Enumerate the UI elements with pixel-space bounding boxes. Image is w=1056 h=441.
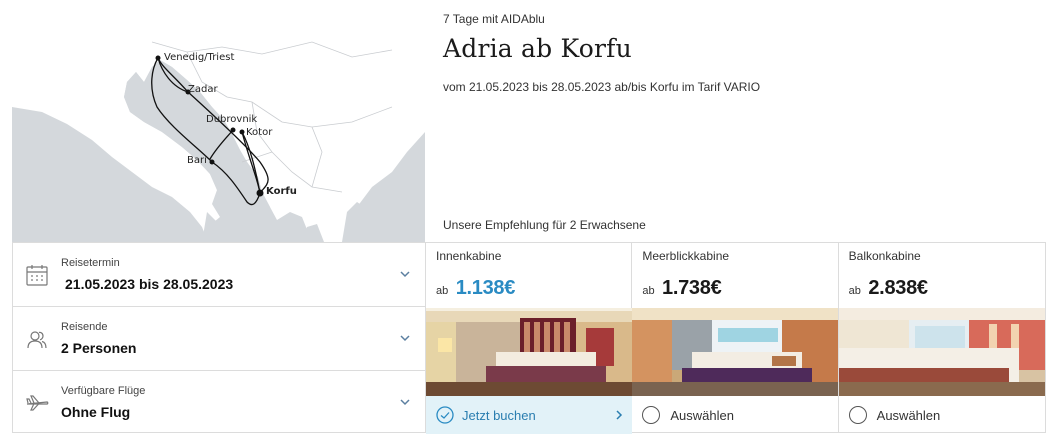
cabin-options: Innenkabine ab 1.138€ Jetzt buchen Meerb… <box>425 242 1046 434</box>
cabin-photo <box>838 308 1045 396</box>
calendar-icon <box>25 263 49 287</box>
price-value: 2.838€ <box>868 277 928 299</box>
chevron-right-icon <box>614 409 624 421</box>
flights-value: Ohne Flug <box>61 404 131 420</box>
recommendation-text: Unsere Empfehlung für 2 Erwachsene <box>443 218 646 232</box>
trip-info: 7 Tage mit AIDAblu Adria ab Korfu vom 21… <box>443 12 1043 94</box>
flights-select[interactable]: Verfügbare Flüge Ohne Flug <box>13 371 425 432</box>
trip-duration-ship: 7 Tage mit AIDAblu <box>443 12 545 26</box>
travel-date-value: 21.05.2023 bis 28.05.2023 <box>65 276 234 292</box>
cabin-inside[interactable]: Innenkabine ab 1.138€ Jetzt buchen <box>426 243 633 434</box>
radio-unchecked-icon <box>642 406 661 424</box>
travel-date-select[interactable]: Reisetermin 21.05.2023 bis 28.05.2023 <box>13 243 425 307</box>
port-label-venice: Venedig/Triest <box>164 52 235 63</box>
travel-date-label: Reisetermin <box>61 257 120 269</box>
cabin-balcony[interactable]: Balkonkabine ab 2.838€ Auswählen <box>838 243 1045 434</box>
booking-options-panel: Reisetermin 21.05.2023 bis 28.05.2023 Re… <box>12 242 425 433</box>
flights-label: Verfügbare Flüge <box>61 385 146 397</box>
cabin-price: ab 1.738€ <box>642 277 721 300</box>
select-ocean-view-button[interactable]: Auswählen <box>632 396 838 434</box>
radio-unchecked-icon <box>848 406 867 424</box>
users-icon <box>25 327 49 351</box>
route-map: Venedig/Triest Zadar Dubrovnik Kotor Bar… <box>12 12 425 242</box>
plane-icon <box>25 391 49 415</box>
price-prefix: ab <box>436 285 449 297</box>
select-label: Auswählen <box>876 407 941 423</box>
cabin-price: ab 2.838€ <box>849 277 928 300</box>
cabin-name: Meerblickkabine <box>642 249 730 263</box>
chevron-down-icon <box>399 331 411 343</box>
travellers-value: 2 Personen <box>61 340 137 356</box>
price-value: 1.738€ <box>662 277 722 299</box>
page-title: Adria ab Korfu <box>443 34 632 63</box>
price-prefix: ab <box>848 285 861 297</box>
port-label-korfu: Korfu <box>266 186 297 197</box>
map-graphic <box>12 12 425 242</box>
price-prefix: ab <box>642 285 655 297</box>
chevron-down-icon <box>399 395 411 407</box>
select-balcony-button[interactable]: Auswählen <box>839 396 1045 434</box>
travellers-label: Reisende <box>61 321 108 333</box>
cabin-photo <box>426 308 632 396</box>
check-circle-icon <box>436 406 454 424</box>
cabin-price: ab 1.138€ <box>436 277 515 300</box>
price-value: 1.138€ <box>455 277 516 299</box>
port-label-zadar: Zadar <box>188 84 218 95</box>
cabin-photo <box>632 308 839 396</box>
port-label-bari: Bari <box>187 155 207 166</box>
port-label-dubrovnik: Dubrovnik <box>206 114 258 125</box>
cabin-name: Balkonkabine <box>848 249 921 263</box>
chevron-down-icon <box>399 267 411 279</box>
book-now-button[interactable]: Jetzt buchen <box>426 396 632 434</box>
book-now-label: Jetzt buchen <box>462 407 536 423</box>
trip-dates: vom 21.05.2023 bis 28.05.2023 ab/bis Kor… <box>443 80 761 94</box>
cabin-name: Innenkabine <box>436 249 502 263</box>
port-label-kotor: Kotor <box>246 127 273 138</box>
cabin-ocean-view[interactable]: Meerblickkabine ab 1.738€ Auswählen <box>632 243 839 434</box>
travellers-select[interactable]: Reisende 2 Personen <box>13 307 425 371</box>
select-label: Auswählen <box>670 407 734 423</box>
